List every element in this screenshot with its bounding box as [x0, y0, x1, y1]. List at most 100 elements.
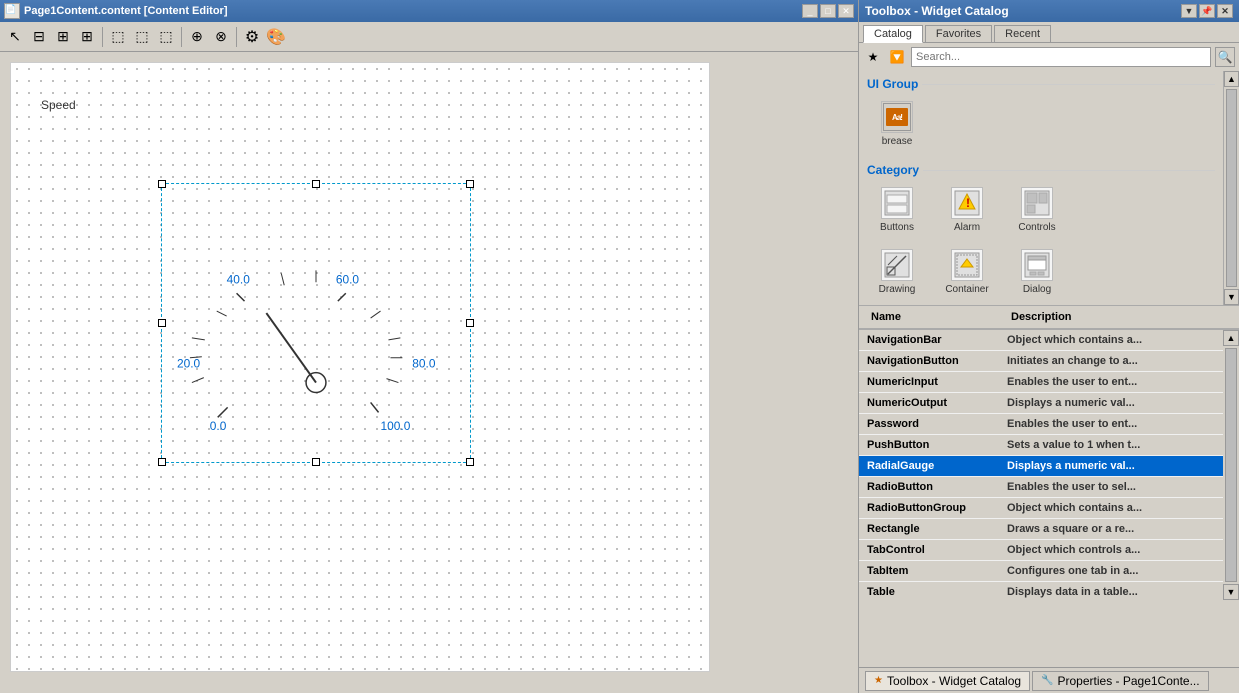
list-row[interactable]: PasswordEnables the user to ent... [859, 414, 1223, 435]
minimize-button[interactable]: _ [802, 4, 818, 18]
scroll-up-btn[interactable]: ▲ [1224, 71, 1239, 87]
properties-tab-label: Properties - Page1Conte... [1058, 674, 1200, 688]
align-tool-3[interactable]: ⊞ [76, 26, 98, 48]
tab-favorites[interactable]: Favorites [925, 25, 992, 42]
search-bar: ★ 🔽 🔍 [859, 43, 1239, 71]
bottom-tab-bar: ★ Toolbox - Widget Catalog 🔧 Properties … [859, 667, 1239, 693]
align-tool-2[interactable]: ⊞ [52, 26, 74, 48]
category-buttons[interactable]: Buttons [867, 187, 927, 233]
select-tool[interactable]: ↖ [4, 26, 26, 48]
drawing-icon [881, 249, 913, 281]
brease-widget-label: brease [882, 136, 913, 147]
list-scrollbar-v[interactable]: ▲ ▼ [1223, 330, 1239, 600]
list-row[interactable]: TabControlObject which controls a... [859, 540, 1223, 561]
search-filter-icon[interactable]: 🔽 [887, 47, 907, 67]
list-row-name: Password [863, 416, 1003, 432]
svg-text:40.0: 40.0 [227, 272, 251, 286]
ui-group-items: Aa! brease [867, 97, 1215, 151]
list-row[interactable]: NumericInputEnables the user to ent... [859, 372, 1223, 393]
bottom-tab-toolbox[interactable]: ★ Toolbox - Widget Catalog [865, 671, 1030, 691]
svg-text:20.0: 20.0 [177, 357, 201, 371]
search-input[interactable] [911, 47, 1211, 67]
svg-text:0.0: 0.0 [210, 419, 227, 433]
list-row-name: NavigationBar [863, 332, 1003, 348]
list-row[interactable]: NavigationButtonInitiates an change to a… [859, 351, 1223, 372]
editor-toolbar: ↖ ⊟ ⊞ ⊞ ⬚ ⬚ ⬚ ⊕ ⊗ ⚙ 🎨 [0, 22, 858, 52]
maximize-button[interactable]: □ [820, 4, 836, 18]
list-row-desc: Object which contains a... [1003, 332, 1219, 348]
copy-tool[interactable]: ⬚ [131, 26, 153, 48]
category-section: Category [859, 157, 1223, 305]
list-scroll-thumb[interactable] [1225, 348, 1237, 582]
list-scroll-down[interactable]: ▼ [1223, 584, 1239, 600]
list-row-name: RadioButton [863, 479, 1003, 495]
canvas-area: Speed [0, 52, 858, 693]
gauge-widget[interactable]: 0.0 20.0 40.0 60.0 80.0 100.0 [161, 183, 471, 463]
category-items: Buttons ! [867, 183, 1215, 237]
scroll-down-btn[interactable]: ▼ [1224, 289, 1239, 305]
category-dialog[interactable]: Dialog [1007, 249, 1067, 295]
list-row[interactable]: RadioButtonGroupObject which contains a.… [859, 498, 1223, 519]
list-row-desc: Displays data in a table... [1003, 584, 1219, 600]
scroll-thumb[interactable] [1226, 89, 1237, 287]
list-row[interactable]: NavigationBarObject which contains a... [859, 330, 1223, 351]
list-row-desc: Initiates an change to a... [1003, 353, 1219, 369]
controls-label: Controls [1018, 222, 1055, 233]
ungroup-tool[interactable]: ⊗ [210, 26, 232, 48]
dialog-icon [1021, 249, 1053, 281]
list-row[interactable]: RectangleDraws a square or a re... [859, 519, 1223, 540]
list-row-name: NumericOutput [863, 395, 1003, 411]
category-drawing[interactable]: Drawing [867, 249, 927, 295]
editor-title-text: Page1Content.content [Content Editor] [24, 5, 802, 17]
list-row[interactable]: TableDisplays data in a table... [859, 582, 1223, 600]
alarm-label: Alarm [954, 222, 980, 233]
search-star-icon[interactable]: ★ [863, 47, 883, 67]
list-row[interactable]: RadialGaugeDisplays a numeric val... [859, 456, 1223, 477]
color-tool[interactable]: 🎨 [265, 26, 287, 48]
svg-text:60.0: 60.0 [336, 272, 360, 286]
list-row-name: RadialGauge [863, 458, 1003, 474]
toolbar-sep-3 [236, 27, 237, 47]
list-row[interactable]: RadioButtonEnables the user to sel... [859, 477, 1223, 498]
properties-tab-icon: 🔧 [1041, 675, 1053, 686]
svg-text:80.0: 80.0 [412, 357, 436, 371]
category-alarm[interactable]: ! Alarm [937, 187, 997, 233]
group-tool[interactable]: ⊕ [186, 26, 208, 48]
bottom-tab-properties[interactable]: 🔧 Properties - Page1Conte... [1032, 671, 1209, 691]
canvas-grid: Speed [11, 63, 709, 671]
toolbox-tab-icon: ★ [874, 675, 883, 686]
align-tool-1[interactable]: ⊟ [28, 26, 50, 48]
close-button[interactable]: ✕ [838, 4, 854, 18]
tab-catalog[interactable]: Catalog [863, 25, 923, 43]
toolbox-arrow-down[interactable]: ▼ [1181, 4, 1197, 18]
list-row[interactable]: NumericOutputDisplays a numeric val... [859, 393, 1223, 414]
toolbox-tabs: Catalog Favorites Recent [859, 22, 1239, 43]
section-line-1 [922, 84, 1215, 85]
toolbox-pin[interactable]: 📌 [1199, 4, 1215, 18]
buttons-label: Buttons [880, 222, 914, 233]
col-name-header: Name [867, 309, 1007, 325]
category-container[interactable]: Container [937, 249, 997, 295]
toolbox-close[interactable]: ✕ [1217, 4, 1233, 18]
alarm-icon: ! [951, 187, 983, 219]
list-row-name: TabItem [863, 563, 1003, 579]
toolbox-title-text: Toolbox - Widget Catalog [865, 4, 1009, 18]
search-button[interactable]: 🔍 [1215, 47, 1235, 67]
list-row[interactable]: TabItemConfigures one tab in a... [859, 561, 1223, 582]
svg-text:!: ! [966, 196, 970, 210]
insert-tool[interactable]: ⬚ [107, 26, 129, 48]
paste-tool[interactable]: ⬚ [155, 26, 177, 48]
tab-recent[interactable]: Recent [994, 25, 1051, 42]
list-row-desc: Sets a value to 1 when t... [1003, 437, 1219, 453]
editor-title-bar: 📄 Page1Content.content [Content Editor] … [0, 0, 858, 22]
catalog-scrollbar-v[interactable]: ▲ ▼ [1223, 71, 1239, 305]
container-icon [951, 249, 983, 281]
canvas[interactable]: Speed [10, 62, 710, 672]
list-row-desc: Enables the user to sel... [1003, 479, 1219, 495]
category-controls[interactable]: Controls [1007, 187, 1067, 233]
list-scroll-up[interactable]: ▲ [1223, 330, 1239, 346]
brease-widget-item[interactable]: Aa! brease [867, 101, 927, 147]
list-row[interactable]: PushButtonSets a value to 1 when t... [859, 435, 1223, 456]
settings-tool[interactable]: ⚙ [241, 26, 263, 48]
catalog-upper: UI Group Aa! [859, 71, 1239, 305]
